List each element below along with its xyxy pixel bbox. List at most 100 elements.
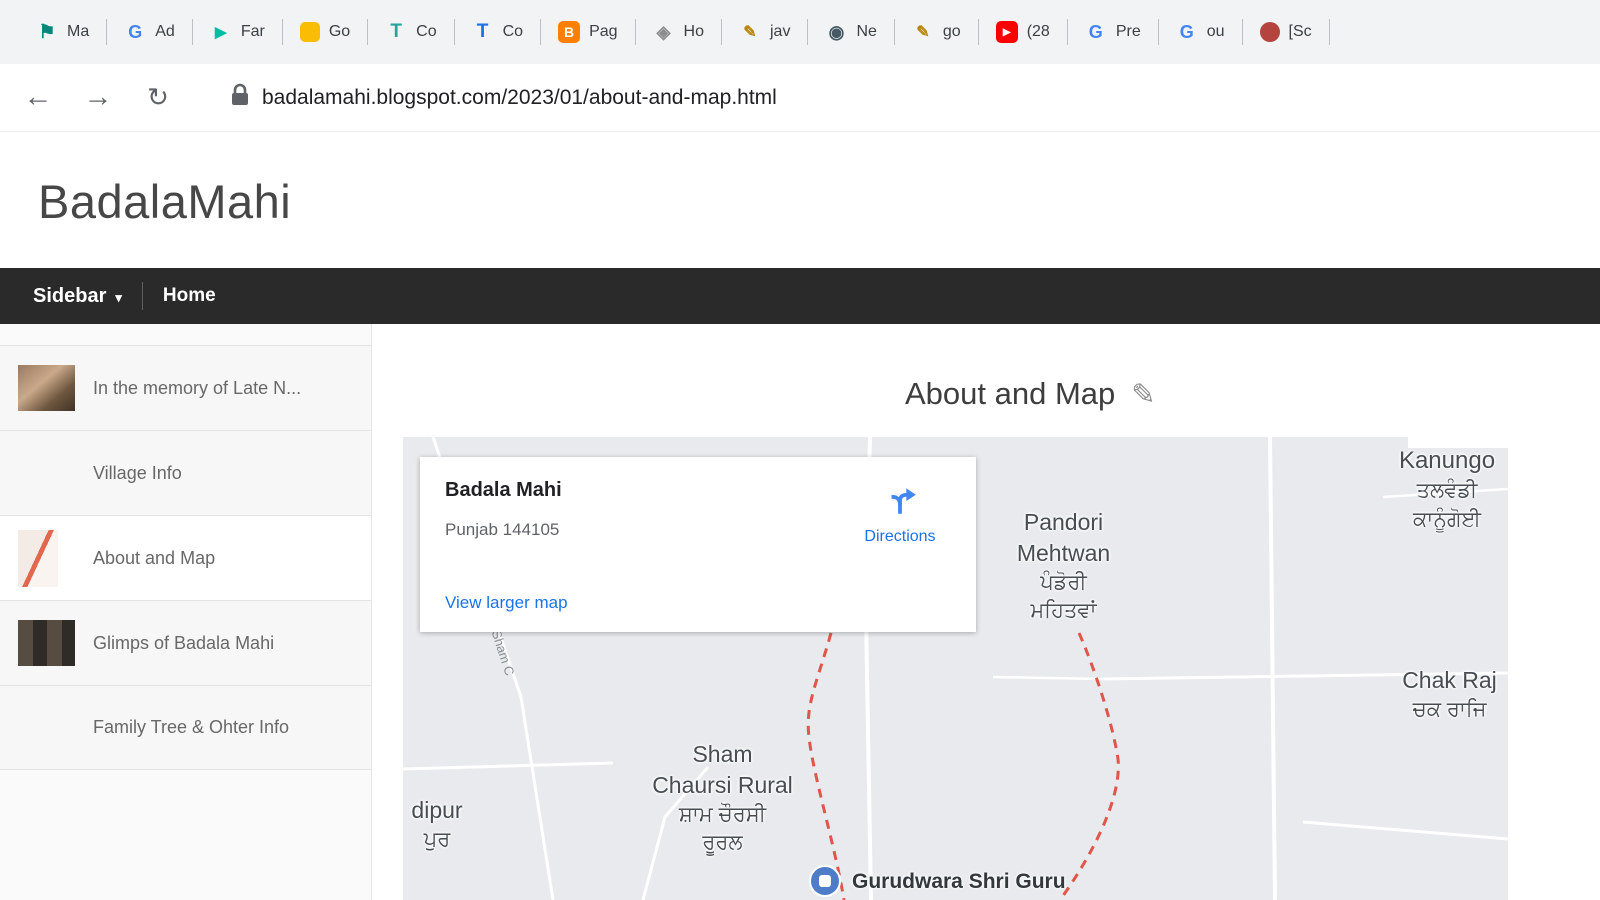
bookmark-label: jav xyxy=(770,23,790,41)
flag-icon: ⚑ xyxy=(36,21,58,43)
bookmark-separator xyxy=(721,19,722,45)
bookmark-item[interactable]: ◉ Ne xyxy=(813,12,888,52)
map-label-sham-chaursi: Sham Chaursi Rural ਸ਼ਾਮ ਚੌਰਸੀ ਰੂਰਲ xyxy=(625,739,820,858)
sidebar-item-memory[interactable]: In the memory of Late N... xyxy=(0,345,371,430)
nav-divider xyxy=(142,282,143,310)
t-teal-icon: T xyxy=(385,21,407,43)
map-label-pandori-mehtwan: Pandori Mehtwan ਪੰਡੋਰੀ ਮਹਿਤਵਾਂ xyxy=(971,507,1156,626)
map-label-dipur: dipur ਪੁਰ xyxy=(403,795,487,854)
bookmark-item[interactable]: G Ad xyxy=(112,12,187,52)
bookmark-separator xyxy=(192,19,193,45)
poi-label: Gurudwara Shri Guru xyxy=(852,870,1066,894)
blogger-icon: B xyxy=(558,21,580,43)
bookmark-label: Co xyxy=(416,23,436,41)
bookmark-separator xyxy=(106,19,107,45)
bookmark-item[interactable]: ▶ (28 xyxy=(984,12,1062,52)
bookmark-separator xyxy=(454,19,455,45)
bookmark-label: Co xyxy=(503,23,523,41)
bookmark-label: Go xyxy=(329,23,350,41)
bookmark-label: go xyxy=(943,23,961,41)
forward-icon[interactable]: → xyxy=(76,81,120,114)
bookmark-item[interactable]: ▶ Far xyxy=(198,12,277,52)
bookmark-item[interactable]: G Pre xyxy=(1073,12,1153,52)
bookmark-label: [Sc xyxy=(1289,23,1312,41)
blog-nav-bar: Sidebar ▾ Home xyxy=(0,268,1600,324)
sidebar: In the memory of Late N... Village Info … xyxy=(0,324,372,900)
map-poi-gurudwara[interactable]: Gurudwara Shri Guru xyxy=(809,865,1066,897)
bookmarks-bar: ⚑ Ma G Ad ▶ Far Go T Co T Co B Pag ◈ Ho … xyxy=(0,0,1600,64)
bookmark-item[interactable]: G ou xyxy=(1164,12,1237,52)
bookmark-item[interactable]: Go xyxy=(288,12,362,52)
google-icon: G xyxy=(124,21,146,43)
url-text: badalamahi.blogspot.com/2023/01/about-an… xyxy=(262,86,777,110)
bookmark-item[interactable]: B Pag xyxy=(546,12,629,52)
bookmark-separator xyxy=(978,19,979,45)
map-thumbnail xyxy=(18,530,75,587)
sidebar-dropdown-label: Sidebar xyxy=(33,285,106,308)
back-icon[interactable]: ← xyxy=(16,81,60,114)
sidebar-item-label: About and Map xyxy=(93,548,215,569)
sidebar-item-family-tree[interactable]: Family Tree & Ohter Info xyxy=(0,685,371,770)
bookmark-item[interactable]: ✎ go xyxy=(900,12,973,52)
bookmark-separator xyxy=(635,19,636,45)
sidebar-item-village-info[interactable]: Village Info xyxy=(0,430,371,515)
sidebar-item-glimps[interactable]: Glimps of Badala Mahi xyxy=(0,600,371,685)
map-info-card: Badala Mahi Punjab 144105 Directions Vie… xyxy=(420,457,976,632)
quill-icon: ✎ xyxy=(912,21,934,43)
place-of-worship-icon xyxy=(809,865,841,897)
yellow-app-icon xyxy=(300,22,320,42)
quill-icon: ✎ xyxy=(739,21,761,43)
lock-icon xyxy=(230,83,250,112)
bookmark-separator xyxy=(807,19,808,45)
sidebar-dropdown[interactable]: Sidebar ▾ xyxy=(33,285,122,308)
bookmark-label: Pag xyxy=(589,23,617,41)
diamond-icon: ◈ xyxy=(653,21,675,43)
bookmark-label: Ad xyxy=(155,23,175,41)
view-larger-map-link[interactable]: View larger map xyxy=(445,593,568,613)
bookmark-label: ou xyxy=(1207,23,1225,41)
directions-button[interactable]: Directions xyxy=(842,481,958,546)
bookmark-label: Far xyxy=(241,23,265,41)
bookmark-label: (28 xyxy=(1027,23,1050,41)
map-card-title: Badala Mahi xyxy=(445,479,562,502)
bookmark-separator xyxy=(540,19,541,45)
t-blue-icon: T xyxy=(472,21,494,43)
sidebar-item-label: Glimps of Badala Mahi xyxy=(93,633,274,654)
sidebar-item-label: Village Info xyxy=(93,463,182,484)
bookmark-item[interactable]: T Co xyxy=(373,12,448,52)
youtube-icon: ▶ xyxy=(996,21,1018,43)
post-heading: About and Map ✎ xyxy=(905,376,1156,412)
edit-pencil-icon[interactable]: ✎ xyxy=(1131,377,1155,412)
bookmark-item[interactable]: ✎ jav xyxy=(727,12,802,52)
site-title[interactable]: BadalaMahi xyxy=(38,174,291,229)
memory-thumbnail xyxy=(18,365,75,411)
address-bar[interactable]: badalamahi.blogspot.com/2023/01/about-an… xyxy=(230,83,777,112)
map-card-subtitle: Punjab 144105 xyxy=(445,520,559,540)
play-store-icon: ▶ xyxy=(210,21,232,43)
nav-home-link[interactable]: Home xyxy=(163,285,216,307)
bookmark-separator xyxy=(1158,19,1159,45)
reload-icon[interactable]: ↻ xyxy=(136,82,180,113)
bookmark-separator xyxy=(367,19,368,45)
bookmark-separator xyxy=(894,19,895,45)
red-app-icon xyxy=(1260,22,1280,42)
google-map-embed[interactable]: Kanungo ਤਲਵੰਡੀ ਕਾਨੂੰਗੋਈ Pandori Mehtwan … xyxy=(403,437,1508,900)
bookmark-label: Ne xyxy=(856,23,876,41)
bookmark-item[interactable]: ⚑ Ma xyxy=(24,12,101,52)
directions-label: Directions xyxy=(842,528,958,546)
sidebar-item-about-and-map[interactable]: About and Map xyxy=(0,515,371,600)
bookmark-item[interactable]: T Co xyxy=(460,12,535,52)
post-title: About and Map xyxy=(905,376,1115,412)
collage-thumbnail xyxy=(18,620,75,666)
map-label-chak-raj: Chak Raj ਚਕ ਰਾਜਿ xyxy=(1367,665,1508,724)
bookmark-label: Pre xyxy=(1116,23,1141,41)
dark-circle-icon: ◉ xyxy=(825,21,847,43)
browser-toolbar: ← → ↻ badalamahi.blogspot.com/2023/01/ab… xyxy=(0,64,1600,132)
bookmark-separator xyxy=(1242,19,1243,45)
bookmark-separator xyxy=(282,19,283,45)
bookmark-separator xyxy=(1329,19,1330,45)
sidebar-item-label: In the memory of Late N... xyxy=(93,378,301,399)
bookmark-item[interactable]: [Sc xyxy=(1248,12,1324,52)
bookmark-item[interactable]: ◈ Ho xyxy=(641,12,716,52)
directions-fork-icon xyxy=(881,506,919,523)
